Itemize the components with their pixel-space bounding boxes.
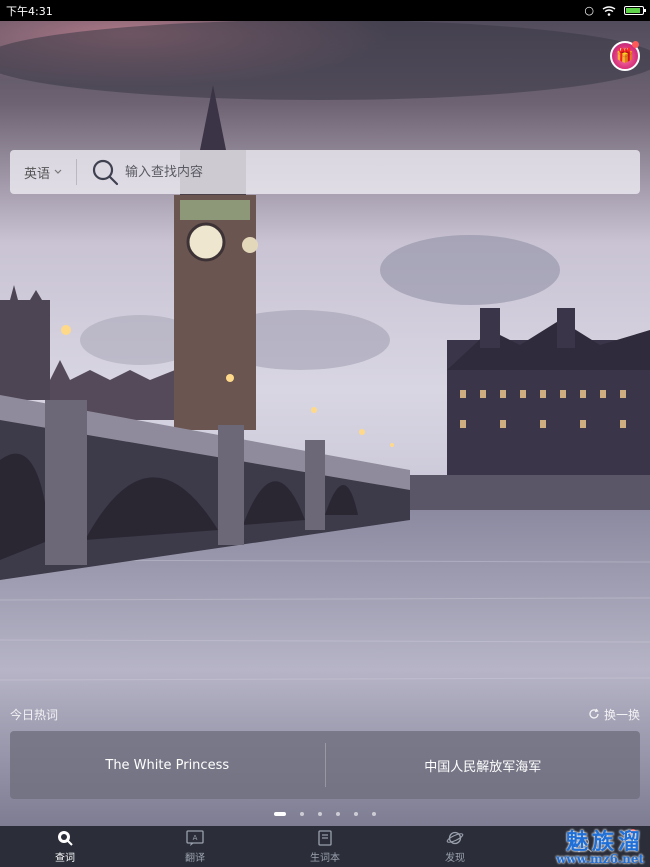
nav-label: 翻译 — [185, 852, 205, 864]
watermark-url: www.mz6.net — [556, 852, 644, 866]
hot-words-header: 今日热词 换一换 — [10, 706, 640, 722]
refresh-icon — [589, 708, 599, 719]
nav-item-notebook[interactable]: 生词本 — [260, 826, 390, 867]
language-label: 英语 — [23, 166, 50, 182]
hot-word-item[interactable]: The White Princess — [10, 731, 325, 799]
status-bar: 下午4:31 ○ — [0, 0, 650, 21]
page-dot — [336, 812, 340, 816]
watermark: 魅族溜 www.mz6.net — [556, 831, 644, 865]
page-dot — [354, 812, 358, 816]
sync-icon: ○ — [584, 4, 594, 17]
search-icon — [58, 830, 73, 846]
search-icon — [92, 159, 119, 186]
chevron-down-icon — [54, 169, 62, 174]
nav-item-discover[interactable]: 发现 — [390, 826, 520, 867]
nav-label: 查词 — [55, 852, 75, 864]
notebook-icon — [318, 829, 332, 846]
watermark-text: 魅族溜 — [565, 829, 644, 855]
bottom-nav: 查词 A 翻译 生词本 发现 — [0, 826, 650, 867]
page-dot — [318, 812, 322, 816]
status-time: 下午4:31 — [6, 4, 53, 18]
nav-item-translate[interactable]: A 翻译 — [130, 826, 260, 867]
battery-icon — [624, 6, 646, 15]
svg-text:A: A — [193, 834, 198, 842]
search-bar: 英语 — [10, 150, 640, 194]
page-dot — [300, 812, 304, 816]
status-icons: ○ — [584, 4, 646, 17]
translate-icon: A — [186, 829, 204, 846]
nav-label: 生词本 — [310, 852, 340, 864]
page-dot-active — [274, 812, 286, 816]
planet-icon — [446, 831, 464, 844]
wifi-icon — [602, 5, 616, 16]
language-select[interactable]: 英语 — [10, 150, 76, 194]
search-input[interactable] — [125, 150, 640, 194]
hot-words-title: 今日热词 — [10, 707, 59, 722]
nav-item-lookup[interactable]: 查词 — [0, 826, 130, 867]
page-indicator — [0, 810, 650, 818]
hot-word-item[interactable]: 中国人民解放军海军 — [326, 731, 641, 799]
notification-badge — [632, 41, 639, 48]
hot-words-card: The White Princess 中国人民解放军海军 — [10, 731, 640, 799]
refresh-button[interactable]: 换一换 — [588, 706, 640, 723]
page-dot — [372, 812, 376, 816]
divider — [76, 159, 77, 185]
refresh-label: 换一换 — [603, 707, 640, 722]
nav-label: 发现 — [445, 852, 465, 864]
